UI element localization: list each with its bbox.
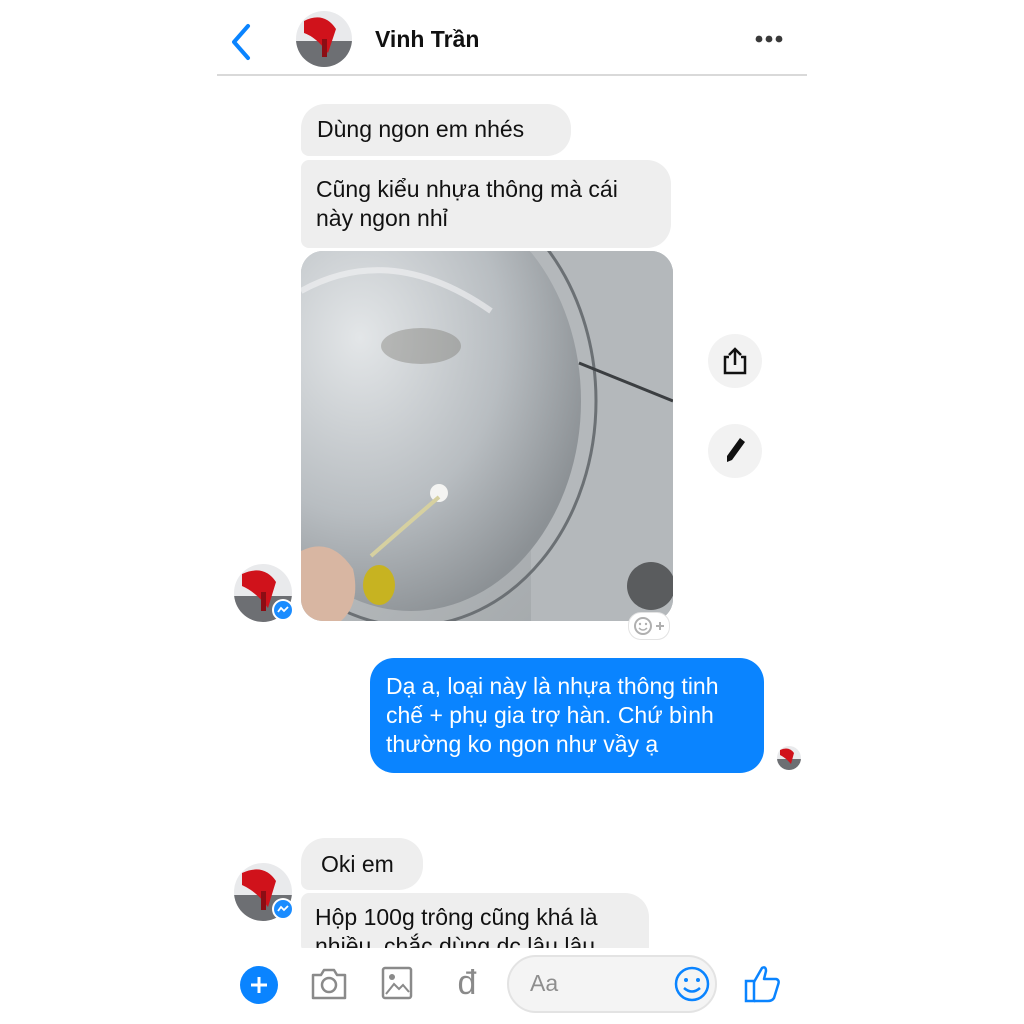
camera-button[interactable]: [309, 966, 349, 1002]
image-icon: [381, 966, 413, 1000]
more-icon: [755, 35, 783, 43]
thumbs-up-icon: [744, 966, 780, 1003]
message-photo[interactable]: [301, 251, 673, 621]
camera-icon: [311, 968, 347, 1000]
messenger-badge-icon: [272, 898, 294, 920]
share-button[interactable]: [708, 334, 762, 388]
message-bubble-incoming[interactable]: Cũng kiểu nhựa thông mà cái này ngon nhỉ: [301, 160, 671, 248]
reaction-icon: [634, 617, 664, 635]
share-icon: [723, 347, 747, 375]
gallery-button[interactable]: [380, 964, 414, 1002]
seen-avatar: [777, 746, 801, 770]
emoji-button[interactable]: [672, 964, 712, 1004]
contact-avatar[interactable]: [296, 11, 352, 67]
pencil-icon: [727, 438, 745, 462]
chevron-left-icon: [232, 24, 250, 60]
like-button[interactable]: [744, 962, 782, 1004]
add-reaction-button[interactable]: [628, 612, 670, 640]
more-actions-button[interactable]: [240, 966, 278, 1004]
edit-button[interactable]: [708, 424, 762, 478]
message-bubble-outgoing[interactable]: Dạ a, loại này là nhựa thông tinh chế + …: [370, 658, 764, 773]
plus-icon: [251, 977, 267, 993]
emoji-icon: [674, 966, 710, 1002]
payment-button[interactable]: đ: [452, 962, 482, 1004]
message-bubble-incoming[interactable]: Dùng ngon em nhés: [301, 104, 571, 156]
message-bubble-incoming[interactable]: Hộp 100g trông cũng khá là nhiều, chắc d…: [301, 893, 649, 953]
more-options-button[interactable]: [752, 28, 786, 50]
header-divider: [217, 74, 807, 76]
contact-name[interactable]: Vinh Trần: [375, 26, 479, 53]
message-bubble-incoming[interactable]: Oki em: [301, 838, 423, 890]
message-input-placeholder: Aa: [530, 970, 559, 996]
messenger-badge-icon: [272, 599, 294, 621]
back-button[interactable]: [228, 22, 258, 62]
